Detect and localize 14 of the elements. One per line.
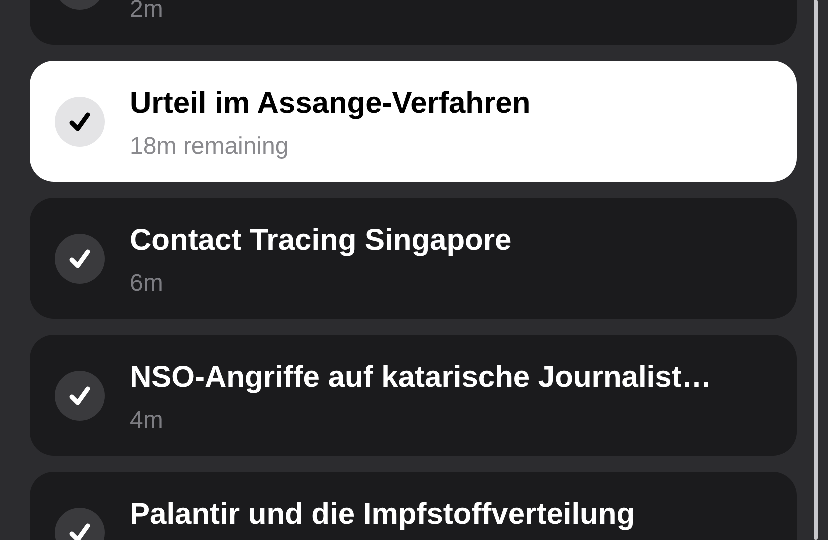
episode-duration: 2m xyxy=(130,0,164,25)
episode-duration: 6m xyxy=(130,269,164,299)
episode-title: Urteil im Assange-Verfahren xyxy=(130,86,531,122)
episode-duration: 4m xyxy=(130,406,164,436)
episode-card[interactable]: Contact Tracing Singapore 6m xyxy=(30,198,797,319)
episode-title: NSO-Angriffe auf katarische Journalist… xyxy=(130,360,712,396)
episode-duration: 18m remaining xyxy=(130,132,290,162)
episode-card[interactable]: NSO-Angriffe auf katarische Journalist… 4m xyxy=(30,335,797,456)
episode-title: Palantir und die Impfstoffverteilung xyxy=(130,497,636,533)
episode-card[interactable]: Urteil im Assange-Verfahren 18m remaining xyxy=(30,61,797,182)
scrollbar[interactable] xyxy=(814,0,818,540)
episode-card[interactable]: Palantir und die Impfstoffverteilung xyxy=(30,472,797,540)
episode-card[interactable]: 2m xyxy=(30,0,797,45)
episode-title: Contact Tracing Singapore xyxy=(130,223,512,259)
